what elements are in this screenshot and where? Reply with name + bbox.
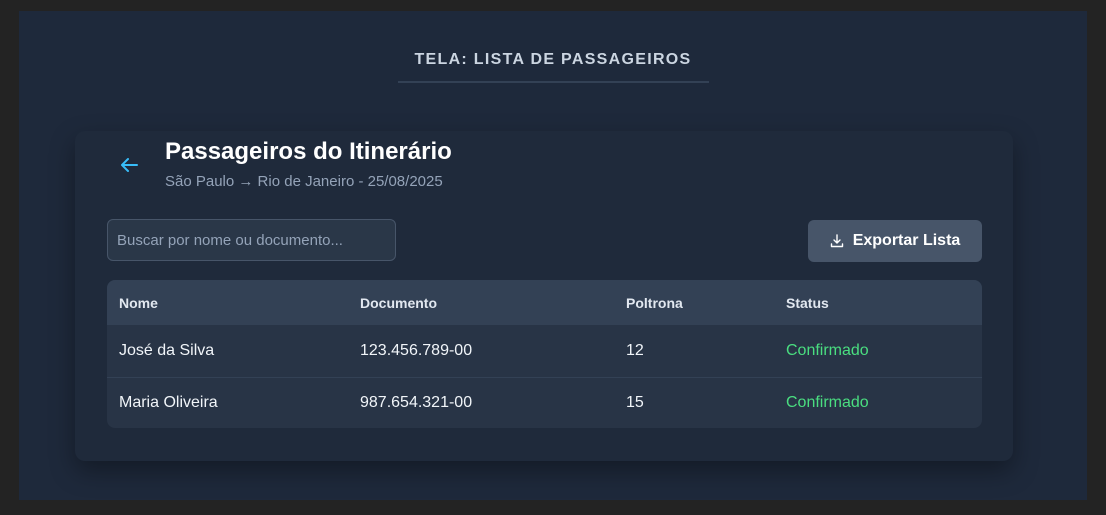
table-row: José da Silva 123.456.789-00 12 Confirma… — [107, 325, 982, 377]
screen-title: TELA: LISTA DE PASSAGEIROS — [397, 51, 709, 83]
app-frame: TELA: LISTA DE PASSAGEIROS Passageiros d… — [19, 11, 1087, 500]
search-input[interactable] — [107, 219, 396, 261]
column-header-documento: Documento — [360, 294, 437, 311]
arrow-left-icon[interactable] — [117, 153, 141, 177]
cell-documento: 987.654.321-00 — [348, 376, 614, 428]
passenger-card: Passageiros do Itinerário São Paulo → Ri… — [75, 131, 1013, 461]
column-header-poltrona: Poltrona — [626, 294, 683, 311]
cell-documento: 123.456.789-00 — [360, 341, 473, 359]
page-title: Passageiros do Itinerário — [165, 138, 452, 165]
cell-poltrona: 12 — [626, 341, 644, 359]
table-header-row: Nome Documento Poltrona Status — [107, 280, 982, 325]
route-subtitle: São Paulo → Rio de Janeiro - 25/08/2025 — [165, 173, 443, 190]
cell-nome: Maria Oliveira — [107, 376, 348, 428]
cell-poltrona: 15 — [614, 376, 774, 428]
cell-nome: José da Silva — [119, 341, 215, 359]
download-icon — [830, 234, 843, 248]
table-row: Maria Oliveira 987.654.321-00 15 Confirm… — [107, 376, 982, 428]
passenger-table: Nome Documento Poltrona Status José da S… — [107, 280, 982, 428]
export-list-button[interactable]: Exportar Lista — [808, 220, 982, 262]
column-header-nome: Nome — [119, 294, 158, 311]
column-header-status: Status — [786, 294, 829, 311]
export-label: Exportar Lista — [852, 232, 961, 249]
status-badge: Confirmado — [786, 341, 869, 359]
screen-title-wrap: TELA: LISTA DE PASSAGEIROS — [19, 11, 1087, 83]
status-badge: Confirmado — [774, 376, 982, 428]
